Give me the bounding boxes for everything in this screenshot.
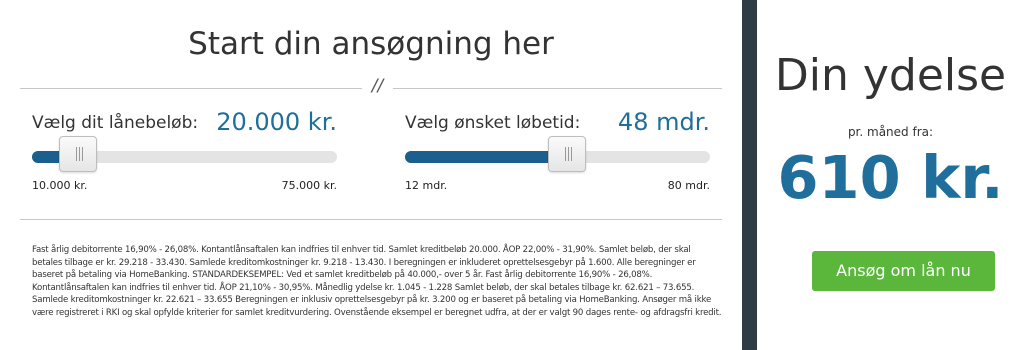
amount-value: 20.000 kr. [216,108,337,136]
grip-line [78,147,80,161]
disclaimer-text: Fast årlig debitorrente 16,90% - 26,08%.… [32,245,722,318]
grip-line [564,147,566,161]
divider-right [393,88,722,89]
term-slider-handle[interactable] [547,136,586,172]
divider-left [20,88,362,89]
panel-separator [742,0,757,350]
divider-slashes: // [371,76,384,96]
payment-summary-panel: Din ydelse pr. måned fra: 610 kr. Ansøg … [757,0,1024,350]
divider-bottom [20,219,722,220]
grip-line [81,147,83,161]
amount-slider-handle[interactable] [58,136,97,172]
amount-label: Vælg dit lånebeløb: [32,113,199,133]
form-title: Start din ansøgning her [188,26,554,62]
summary-title: Din ydelse [774,50,1007,101]
term-slider-fill [405,151,567,163]
summary-subtitle: pr. måned fra: [847,125,934,139]
term-label: Vælg ønsket løbetid: [405,113,581,133]
term-max-label: 80 mdr. [667,179,710,192]
grip-line [570,147,572,161]
amount-slider-track[interactable] [32,136,337,172]
amount-min-label: 10.000 kr. [32,179,88,192]
term-slider-track[interactable] [405,136,710,172]
amount-max-label: 75.000 kr. [281,179,337,192]
loan-calculator-panel: Start din ansøgning her // Vælg dit låne… [0,0,742,350]
monthly-payment-amount: 610 kr. [777,143,1004,212]
term-value: 48 mdr. [617,108,710,136]
apply-loan-button[interactable]: Ansøg om lån nu [812,251,995,291]
term-min-label: 12 mdr. [405,179,448,192]
grip-line [567,147,569,161]
grip-line [75,147,77,161]
